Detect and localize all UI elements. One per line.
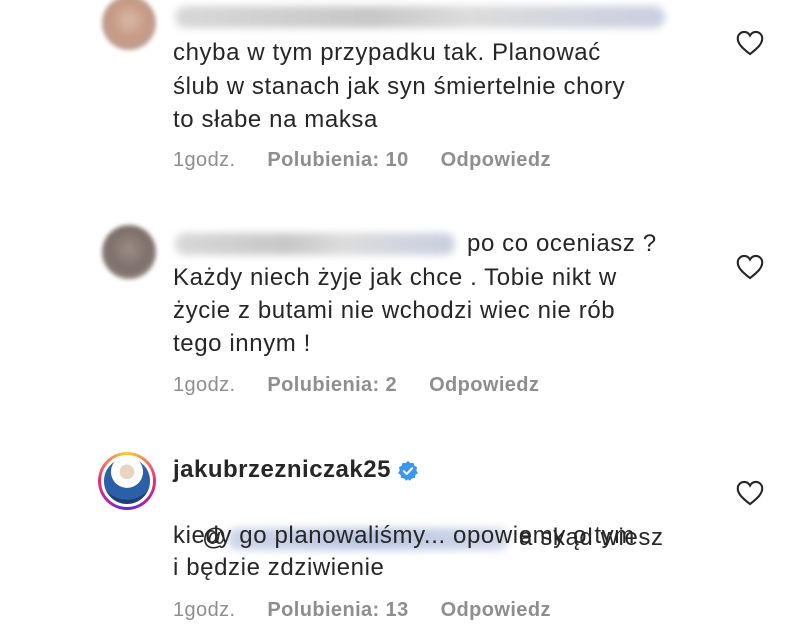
comment-3: jakubrzezniczak25 @ a skąd wiesz kiedy go… xyxy=(0,0,810,625)
comment-meta: 1godz. Polubienia: 13 Odpowiedz xyxy=(173,599,577,622)
comment-text-line: i będzie zdziwienie xyxy=(173,554,385,581)
username-text[interactable]: jakubrzezniczak25 xyxy=(173,456,391,483)
heart-outline-icon[interactable] xyxy=(736,480,764,506)
likes-count[interactable]: Polubienia: 13 xyxy=(267,599,408,621)
avatar[interactable] xyxy=(98,452,156,510)
username[interactable]: jakubrzezniczak25 xyxy=(173,456,419,484)
comment-text-line: kiedy go planowaliśmy... opowiemy o tym xyxy=(173,522,635,549)
comment-time: 1godz. xyxy=(173,599,236,621)
verified-badge-icon xyxy=(398,460,418,481)
reply-button[interactable]: Odpowiedz xyxy=(441,599,551,621)
avatar-image xyxy=(101,455,153,507)
